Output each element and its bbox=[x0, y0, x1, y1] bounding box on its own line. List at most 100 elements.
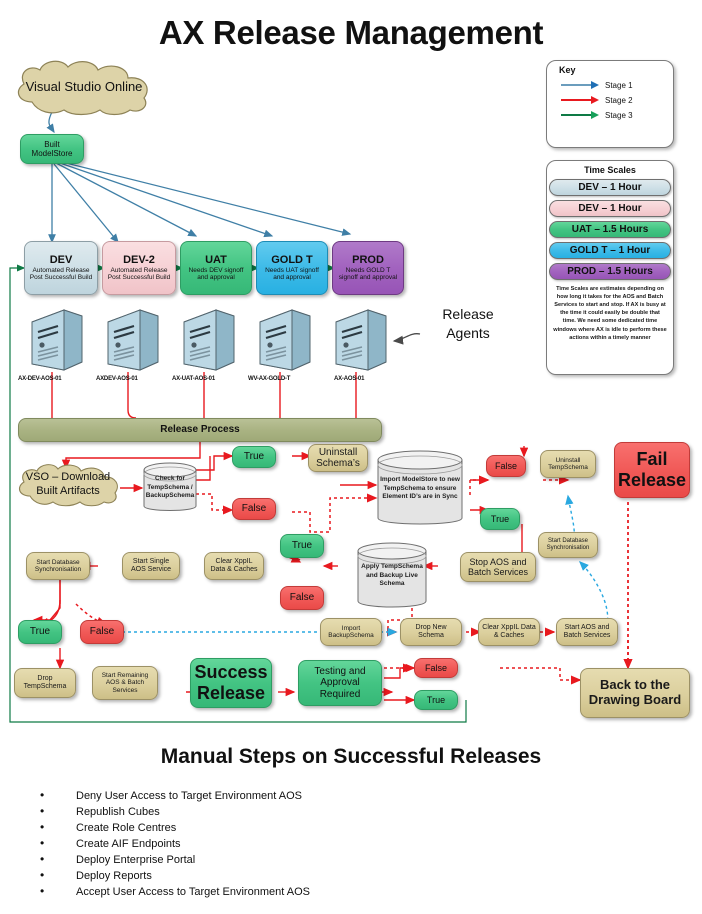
key-label-stage1: Stage 1 bbox=[605, 80, 633, 90]
server-label-3: AX-UAT-AOS-01 bbox=[172, 376, 215, 382]
vso-download-cloud: VSO – Download Built Artifacts bbox=[14, 462, 122, 508]
true-node-5: True bbox=[414, 690, 458, 710]
env-name-goldt: GOLD T bbox=[271, 254, 313, 267]
false-label-5: False bbox=[424, 662, 447, 673]
env-name-dev: DEV bbox=[49, 254, 73, 267]
visual-studio-online-cloud: Visual Studio Online bbox=[10, 58, 158, 116]
list-item: Deploy Enterprise Portal bbox=[40, 851, 702, 868]
env-box-prod: PROD Needs GOLD T signoff and approval bbox=[332, 241, 404, 295]
env-desc-uat: Needs DEV signoff and approval bbox=[188, 266, 244, 282]
list-item: Deny User Access to Target Environment A… bbox=[40, 787, 702, 804]
manual-steps-ul: Deny User Access to Target Environment A… bbox=[0, 787, 702, 900]
testing-approval-label: Testing and Approval Required bbox=[314, 665, 366, 700]
back-to-drawing-board-node: Back to the Drawing Board bbox=[580, 668, 690, 718]
import-backupschema-label: Import BackupSchema bbox=[328, 624, 374, 639]
timescale-pill-prod: PROD – 1.5 Hours bbox=[549, 263, 671, 280]
list-item: Republish Cubes bbox=[40, 803, 702, 820]
false-node-5: False bbox=[414, 658, 458, 678]
true-node-3: True bbox=[280, 534, 324, 558]
check-tempschema-label: Check for TempSchema / BackupSchema bbox=[145, 475, 195, 500]
true-node-1: True bbox=[232, 446, 276, 468]
diagram-canvas: AX Release Management Visual Studio Onli… bbox=[0, 0, 702, 914]
server-label-2: AXDEV-AOS-01 bbox=[96, 376, 138, 382]
drop-tempschema-node: Drop TempSchema bbox=[14, 668, 76, 698]
list-item: Accept User Access to Target Environment… bbox=[40, 883, 702, 900]
start-single-aos-node: Start Single AOS Service bbox=[122, 552, 180, 580]
built-modelstore-node: Built ModelStore bbox=[20, 134, 84, 164]
clear-xppil-1-node: Clear XppIL Data & Caches bbox=[204, 552, 264, 580]
timescales-panel: Time Scales DEV – 1 Hour DEV – 1 Hour UA… bbox=[546, 160, 674, 375]
stop-aos-node: Stop AOS and Batch Services bbox=[460, 552, 536, 582]
true-label-2: True bbox=[490, 513, 510, 524]
true-label-5: True bbox=[426, 694, 446, 705]
env-name-prod: PROD bbox=[352, 254, 384, 267]
drop-new-schema-node: Drop New Schema bbox=[400, 618, 462, 646]
drop-new-schema-label: Drop New Schema bbox=[415, 623, 447, 639]
start-db-sync-left-node: Start Database Synchronisation bbox=[26, 552, 90, 580]
env-box-goldt: GOLD T Needs UAT signoff and approval bbox=[256, 241, 328, 295]
import-modelstore-label: Import ModelStore to new TempSchema to e… bbox=[380, 476, 460, 501]
start-aos-batch-label: Start AOS and Batch Services bbox=[563, 623, 611, 639]
key-row-stage3: Stage 3 bbox=[561, 110, 673, 120]
timescales-title: Time Scales bbox=[584, 165, 636, 175]
env-desc-goldt: Needs UAT signoff and approval bbox=[265, 266, 319, 282]
start-single-aos-label: Start Single AOS Service bbox=[130, 557, 172, 573]
true-label-4: True bbox=[29, 626, 51, 638]
false-node-2: False bbox=[486, 455, 526, 477]
timescale-pill-dev: DEV – 1 Hour bbox=[549, 179, 671, 196]
stop-aos-label: Stop AOS and Batch Services bbox=[467, 556, 529, 577]
import-backupschema-node: Import BackupSchema bbox=[320, 618, 382, 646]
uninstall-tempschema-node: Uninstall TempSchema bbox=[540, 450, 596, 478]
server-icon-3 bbox=[180, 308, 236, 372]
vso-download-label: VSO – Download Built Artifacts bbox=[25, 471, 111, 497]
server-icon-2 bbox=[104, 308, 160, 372]
timescale-pill-dev2: DEV – 1 Hour bbox=[549, 200, 671, 217]
key-row-stage2: Stage 2 bbox=[561, 95, 673, 105]
list-item: Deploy Reports bbox=[40, 867, 702, 884]
false-label-3: False bbox=[289, 592, 315, 604]
env-box-uat: UAT Needs DEV signoff and approval bbox=[180, 241, 252, 295]
true-label-1: True bbox=[243, 451, 265, 463]
server-icon-5 bbox=[332, 308, 388, 372]
uninstall-schemas-label: Uninstall Schema’s bbox=[316, 446, 360, 470]
clear-xppil-2-node: Clear XppIL Data & Caches bbox=[478, 618, 540, 646]
start-remaining-label: Start Remaining AOS & Batch Services bbox=[101, 671, 149, 694]
back-to-drawing-board-label: Back to the Drawing Board bbox=[588, 677, 682, 707]
uninstall-tempschema-label: Uninstall TempSchema bbox=[548, 456, 588, 471]
fail-release-label: Fail Release bbox=[617, 449, 687, 490]
env-box-dev2: DEV-2 Automated Release Post Successful … bbox=[102, 241, 176, 295]
key-panel-title: Key bbox=[559, 65, 576, 75]
uninstall-schemas-node: Uninstall Schema’s bbox=[308, 444, 368, 472]
manual-steps-title: Manual Steps on Successful Releases bbox=[160, 745, 542, 768]
fail-release-node: Fail Release bbox=[614, 442, 690, 498]
testing-approval-node: Testing and Approval Required bbox=[298, 660, 382, 706]
start-db-sync-right-label: Start Database Synchronisation bbox=[546, 538, 590, 551]
false-node-3: False bbox=[280, 586, 324, 610]
release-process-label: Release Process bbox=[160, 424, 240, 436]
server-icon-4 bbox=[256, 308, 312, 372]
server-label-4: WV-AX-GOLD-T bbox=[248, 376, 291, 382]
clear-xppil-1-label: Clear XppIL Data & Caches bbox=[210, 557, 258, 573]
false-label-2: False bbox=[494, 460, 517, 471]
page-title: AX Release Management bbox=[158, 14, 544, 51]
key-panel: Key Stage 1 Stage 2 Stage 3 bbox=[546, 60, 674, 148]
start-remaining-node: Start Remaining AOS & Batch Services bbox=[92, 666, 158, 700]
key-label-stage2: Stage 2 bbox=[605, 95, 633, 105]
start-aos-batch-node: Start AOS and Batch Services bbox=[556, 618, 618, 646]
key-row-stage1: Stage 1 bbox=[561, 80, 673, 90]
apply-tempschema-cylinder: Apply TempSchema and Backup Live Schema bbox=[356, 540, 428, 612]
timescale-pill-uat: UAT – 1.5 Hours bbox=[549, 221, 671, 238]
release-agents-label: Release Agents bbox=[442, 306, 494, 341]
false-node-1: False bbox=[232, 498, 276, 520]
timescale-pill-goldt: GOLD T – 1 Hour bbox=[549, 242, 671, 259]
import-modelstore-cylinder: Import ModelStore to new TempSchema to e… bbox=[376, 448, 464, 530]
env-name-uat: UAT bbox=[205, 254, 227, 267]
manual-steps-list: Deny User Access to Target Environment A… bbox=[0, 787, 702, 900]
true-node-2: True bbox=[480, 508, 520, 530]
key-label-stage3: Stage 3 bbox=[605, 110, 633, 120]
false-node-4: False bbox=[80, 620, 124, 644]
drop-tempschema-label: Drop TempSchema bbox=[23, 674, 67, 690]
start-db-sync-left-label: Start Database Synchronisation bbox=[34, 558, 82, 573]
true-label-3: True bbox=[291, 540, 313, 552]
success-release-label: Success Release bbox=[194, 662, 268, 703]
